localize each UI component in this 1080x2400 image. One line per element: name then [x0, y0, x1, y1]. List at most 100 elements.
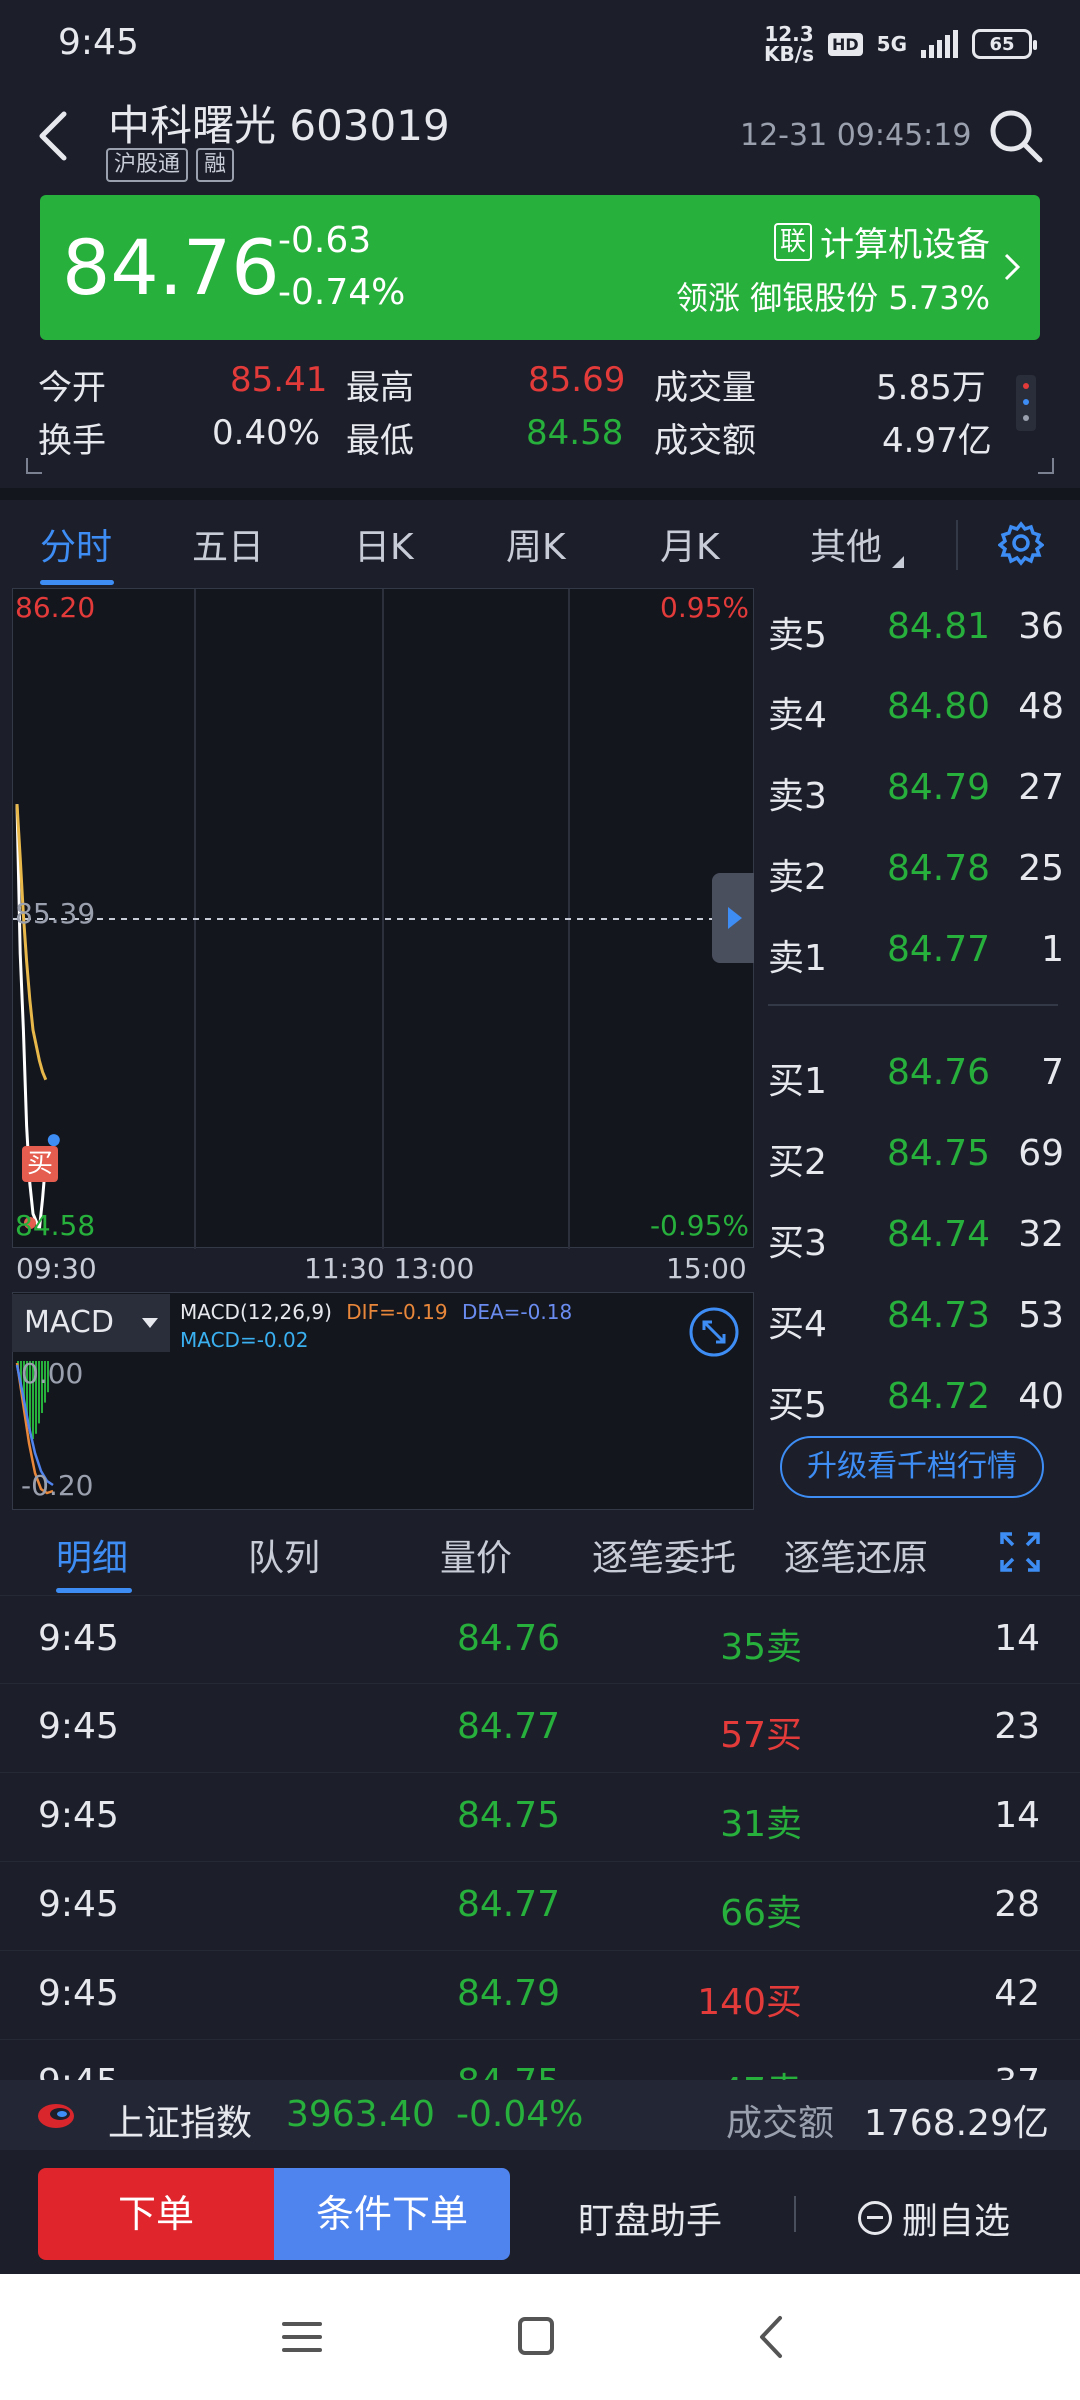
y-min-label: 84.58: [15, 1209, 96, 1242]
more-dots-icon[interactable]: [1016, 375, 1036, 431]
current-price: 84.76: [62, 223, 280, 312]
bid-row[interactable]: 买1 84.76 7: [760, 1034, 1064, 1114]
tab-ticks[interactable]: 明细: [56, 1529, 128, 1581]
time-axis: 09:30 11:30 13:00 15:00: [0, 1250, 760, 1290]
tick-price: 84.77: [456, 1706, 560, 1747]
battery-icon: 65: [972, 29, 1037, 59]
chart-tabs: 分时 五日 日K 周K 月K 其他: [0, 500, 1080, 590]
tick-time: 9:45: [38, 1973, 119, 2014]
tab-weekly-k[interactable]: 周K: [506, 518, 566, 570]
bid-volume: 69: [1018, 1133, 1064, 1174]
tab-order-by-order[interactable]: 逐笔委托: [592, 1529, 736, 1581]
tick-volume: 31卖: [720, 1804, 802, 1845]
ask-row[interactable]: 卖4 84.80 48: [760, 668, 1064, 748]
fullscreen-icon[interactable]: [998, 1530, 1042, 1574]
ask-volume: 48: [1018, 686, 1064, 727]
quote-datetime: 12-31 09:45:19: [740, 118, 972, 153]
macd-y-bottom: -0.20: [21, 1469, 94, 1502]
tick-count: 23: [994, 1706, 1040, 1747]
net-speed: 12.3 KB/s: [764, 24, 814, 64]
y-max-label: 86.20: [15, 591, 96, 624]
indicator-select[interactable]: MACD: [12, 1294, 170, 1352]
bid-row[interactable]: 买4 84.73 53: [760, 1277, 1064, 1357]
ask-label: 卖2: [768, 857, 827, 898]
ask-volume: 27: [1018, 767, 1064, 808]
bid-row[interactable]: 买5 84.72 40: [760, 1358, 1064, 1438]
corner-mark-right: [1038, 458, 1054, 474]
macd-dea: DEA=-0.18: [461, 1300, 573, 1324]
chevron-down-icon: [142, 1318, 158, 1328]
watch-assistant-button[interactable]: 盯盘助手: [578, 2192, 722, 2244]
search-icon[interactable]: [986, 106, 1046, 166]
tab-active-indicator: [40, 580, 114, 585]
chevron-right-icon[interactable]: [1002, 249, 1022, 285]
sector-badge: 联: [773, 222, 812, 261]
ask-row[interactable]: 卖5 84.81 36: [760, 588, 1064, 668]
tab-intraday[interactable]: 分时: [40, 518, 112, 570]
ask-row[interactable]: 卖3 84.79 27: [760, 749, 1064, 829]
stock-title: 中科曙光 603019: [108, 101, 450, 150]
tick-row: 9:45 84.75 47卖 37: [0, 2039, 1080, 2080]
bid-volume: 53: [1018, 1295, 1064, 1336]
hd-icon: HD: [827, 32, 863, 56]
bid-row[interactable]: 买3 84.74 32: [760, 1196, 1064, 1276]
index-change: -0.04%: [456, 2094, 584, 2135]
open-label: 今开: [38, 368, 106, 408]
volume-label: 成交量: [654, 368, 756, 408]
detail-tabs: 明细 队列 量价 逐笔委托 逐笔还原: [0, 1515, 1080, 1595]
ask-row[interactable]: 卖2 84.78 25: [760, 830, 1064, 910]
bid-volume: 7: [1041, 1052, 1064, 1093]
back-icon[interactable]: [742, 2310, 802, 2364]
intraday-chart[interactable]: 86.20 0.95% 85.39 84.58 -0.95%: [12, 588, 755, 1249]
sector-link[interactable]: 联 计算机设备: [773, 217, 990, 266]
ask-price: 84.81: [886, 606, 990, 647]
index-ticker[interactable]: 上证指数 3963.40 -0.04% 成交额 1768.29亿: [0, 2080, 1080, 2150]
tab-daily-k[interactable]: 日K: [354, 518, 414, 570]
minus-circle-icon: [858, 2201, 892, 2235]
tab-volume-price[interactable]: 量价: [440, 1529, 512, 1581]
tick-price: 84.77: [456, 1884, 560, 1925]
tab-queue[interactable]: 队列: [248, 1529, 320, 1581]
bid-label: 买5: [768, 1385, 827, 1426]
ask-row[interactable]: 卖1 84.77 1: [760, 911, 1064, 991]
net-speed-value: 12.3: [764, 22, 814, 46]
tick-list[interactable]: 9:45 84.76 35卖 14 9:45 84.77 57买 23 9:45 84.75 3…: [0, 1595, 1080, 2080]
tick-volume: 35卖: [720, 1627, 802, 1668]
bid-row[interactable]: 买2 84.75 69: [760, 1115, 1064, 1195]
indicator-select-label: MACD: [24, 1305, 114, 1340]
tab-five-day[interactable]: 五日: [192, 518, 264, 570]
ask-label: 卖5: [768, 615, 827, 656]
current-point: [47, 1134, 60, 1147]
tick-volume: 47卖: [720, 2062, 802, 2080]
bid-price: 84.74: [886, 1214, 990, 1255]
tab-other[interactable]: 其他: [810, 518, 882, 570]
gear-icon[interactable]: [998, 520, 1044, 566]
price-banner[interactable]: 84.76 -0.63 -0.74% 联 计算机设备 领涨 御银股份 5.73%: [40, 195, 1040, 340]
status-icons: 12.3 KB/s HD 5G 65: [764, 24, 1037, 64]
conditional-order-button[interactable]: 条件下单: [274, 2168, 510, 2260]
menu-icon[interactable]: [272, 2310, 332, 2364]
price-change: -0.63 -0.74%: [278, 215, 405, 319]
place-order-button[interactable]: 下单: [38, 2168, 274, 2260]
stock-tags: 沪股通 融: [106, 148, 235, 182]
ask-price: 84.78: [886, 848, 990, 889]
back-arrow-icon[interactable]: [30, 100, 80, 170]
tab-trade-replay[interactable]: 逐笔还原: [784, 1529, 928, 1581]
home-square-icon[interactable]: [506, 2310, 566, 2364]
upgrade-depth-button[interactable]: 升级看千档行情: [780, 1436, 1044, 1498]
buy-marker[interactable]: 买: [22, 1146, 58, 1182]
bid-label: 买4: [768, 1304, 827, 1345]
tick-price: 84.79: [456, 1973, 560, 2014]
signal-icon: [921, 30, 958, 58]
tick-time: 9:45: [38, 1884, 119, 1925]
tick-row: 9:45 84.79 140买 42: [0, 1950, 1080, 2038]
expand-panel-handle[interactable]: [712, 873, 754, 963]
turnover-value: 0.40%: [212, 413, 321, 453]
tick-row: 9:45 84.77 66卖 28: [0, 1861, 1080, 1949]
sector-leader: 领涨 御银股份 5.73%: [676, 273, 990, 319]
tick-time: 9:45: [38, 1706, 119, 1747]
tab-monthly-k[interactable]: 月K: [660, 518, 720, 570]
tick-row: 9:45 84.77 57买 23: [0, 1683, 1080, 1771]
remove-watchlist-button[interactable]: 删自选: [858, 2192, 1010, 2244]
zoom-toggle-icon[interactable]: [688, 1306, 740, 1358]
